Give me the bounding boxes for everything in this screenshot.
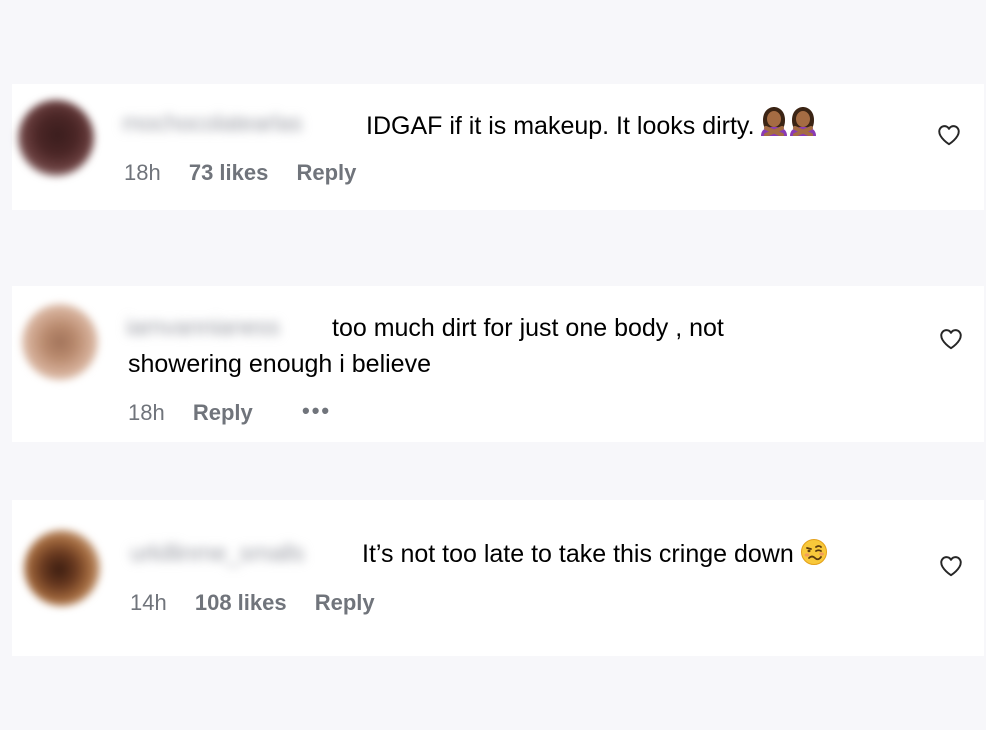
comment-item: mochocolatearlas IDGAF if it is makeup. …: [12, 84, 984, 210]
reply-button[interactable]: Reply: [296, 160, 356, 185]
heart-outline-icon[interactable]: [938, 326, 964, 352]
reply-button[interactable]: Reply: [315, 590, 375, 615]
more-options-icon[interactable]: •••: [302, 398, 331, 424]
comment-item: urkillinme_smalls It’s not too late to t…: [12, 500, 984, 656]
heart-outline-icon[interactable]: [938, 553, 964, 579]
comment-time: 18h: [128, 400, 165, 425]
comment-text: It’s not too late to take this cringe do…: [362, 536, 828, 576]
comment-text-line: too much dirt for just one body , not: [332, 314, 724, 342]
reply-button[interactable]: Reply: [193, 400, 253, 425]
woman-gesturing-no-emoji-icon: [759, 106, 817, 146]
comment-meta: 18h Reply: [128, 400, 253, 426]
comment-username[interactable]: mochocolatearlas: [122, 110, 303, 138]
comment-text: IDGAF if it is makeup. It looks dirty.: [366, 106, 817, 146]
avatar[interactable]: [18, 100, 94, 176]
avatar[interactable]: [24, 530, 100, 606]
likes-count[interactable]: 108 likes: [195, 590, 287, 615]
comment-text-line: showering enough i believe: [128, 350, 431, 378]
comment-meta: 18h 73 likes Reply: [124, 160, 356, 186]
comment-username[interactable]: urkillinme_smalls: [130, 540, 305, 568]
comment-meta: 14h 108 likes Reply: [130, 590, 375, 616]
comment-time: 14h: [130, 590, 167, 615]
comment-username[interactable]: iamvannianess: [126, 314, 280, 342]
woozy-face-emoji-icon: [800, 538, 828, 576]
comment-time: 18h: [124, 160, 161, 185]
avatar[interactable]: [22, 304, 98, 380]
heart-outline-icon[interactable]: [936, 122, 962, 148]
likes-count[interactable]: 73 likes: [189, 160, 269, 185]
comment-item: iamvannianess too much dirt for just one…: [12, 286, 984, 442]
